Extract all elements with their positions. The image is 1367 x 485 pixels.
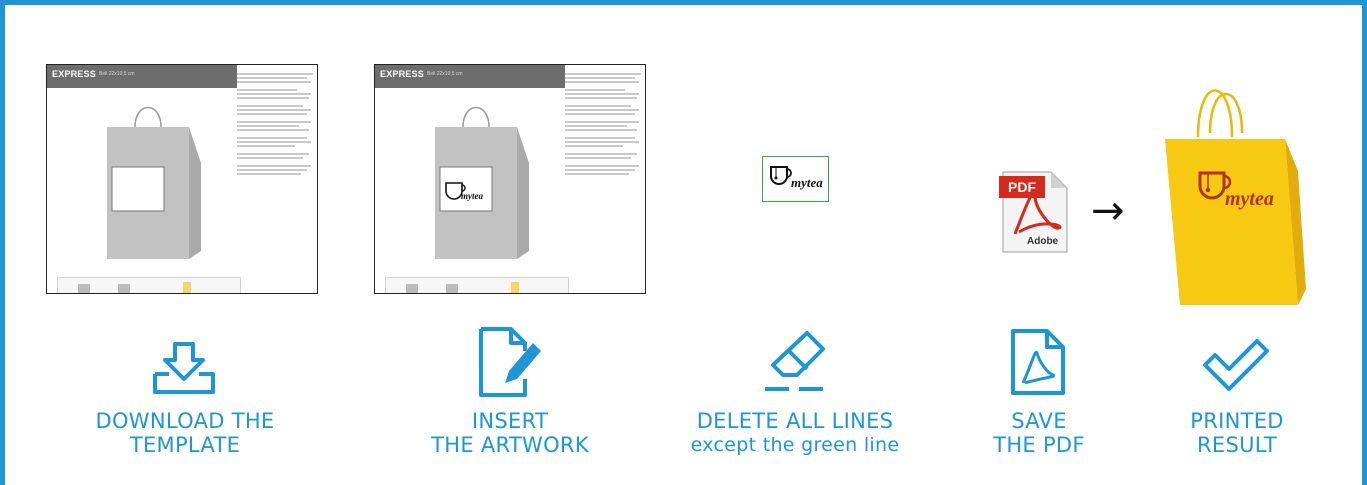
logo-text: mytea: [1225, 188, 1274, 210]
step-caption-printed: PRINTED RESULT: [1147, 409, 1327, 457]
logo-with-green-line: mytea: [762, 156, 829, 202]
template-header-label: EXPRESS: [380, 69, 424, 79]
checkmark-icon: [1203, 339, 1269, 391]
step-caption-insert: INSERT THE ARTWORK: [390, 409, 630, 457]
right-arrow-icon: →: [1091, 188, 1125, 234]
template-header-subtitle: Bell 22x10,5 cm: [427, 71, 463, 77]
template-header-label: EXPRESS: [52, 69, 96, 79]
step-caption-line2: TEMPLATE: [129, 433, 241, 457]
template-thumbnail-blank: EXPRESS Bell 22x10,5 cm pixartprinting: [46, 64, 318, 294]
template-instructions-text: [237, 73, 317, 177]
step-caption-line1: INSERT: [471, 409, 549, 433]
template-bottom-strip: [57, 277, 241, 293]
pdf-badge: PDF: [999, 176, 1045, 198]
adobe-label: Adobe: [1027, 236, 1059, 247]
template-header: EXPRESS Bell 22x10,5 cm: [375, 65, 565, 88]
download-icon: [153, 342, 215, 394]
template-brand: pixartprinting: [570, 293, 628, 294]
step-caption-line2: except the green line: [690, 434, 900, 456]
step-caption-line2: THE PDF: [993, 433, 1085, 457]
template-instructions-text: [565, 73, 645, 177]
logo-text: mytea: [791, 175, 823, 190]
step-caption-delete: DELETE ALL LINES except the green line: [665, 409, 925, 457]
step-caption-line2: THE ARTWORK: [431, 433, 589, 457]
instructions-panel: EXPRESS Bell 22x10,5 cm pixartprinting: [0, 0, 1367, 485]
step-caption-line2: RESULT: [1197, 433, 1277, 457]
step-caption-line1: SAVE: [1011, 409, 1067, 433]
edit-document-icon: [479, 327, 541, 397]
step-caption-line1: DOWNLOAD THE: [95, 409, 275, 433]
step-caption-download: DOWNLOAD THE TEMPLATE: [65, 409, 305, 457]
pdf-file-icon: [1011, 329, 1065, 395]
eraser-icon: [765, 331, 825, 391]
bag-outline-gray: [107, 106, 201, 259]
bag-outline-gray: [435, 106, 529, 259]
template-brand: pixartprinting: [242, 293, 300, 294]
adobe-pdf-icon: PDF Adobe: [999, 168, 1069, 254]
logo-text: mytea: [461, 191, 483, 201]
template-header: EXPRESS Bell 22x10,5 cm: [47, 65, 237, 88]
step-caption-line1: PRINTED: [1190, 409, 1284, 433]
step-caption-line1: DELETE ALL LINES: [696, 409, 894, 433]
template-header-subtitle: Bell 22x10,5 cm: [99, 71, 135, 77]
template-thumbnail-artwork: EXPRESS Bell 22x10,5 cm mytea: [374, 64, 646, 294]
step-caption-save: SAVE THE PDF: [949, 409, 1129, 457]
template-bottom-strip: [385, 277, 569, 293]
